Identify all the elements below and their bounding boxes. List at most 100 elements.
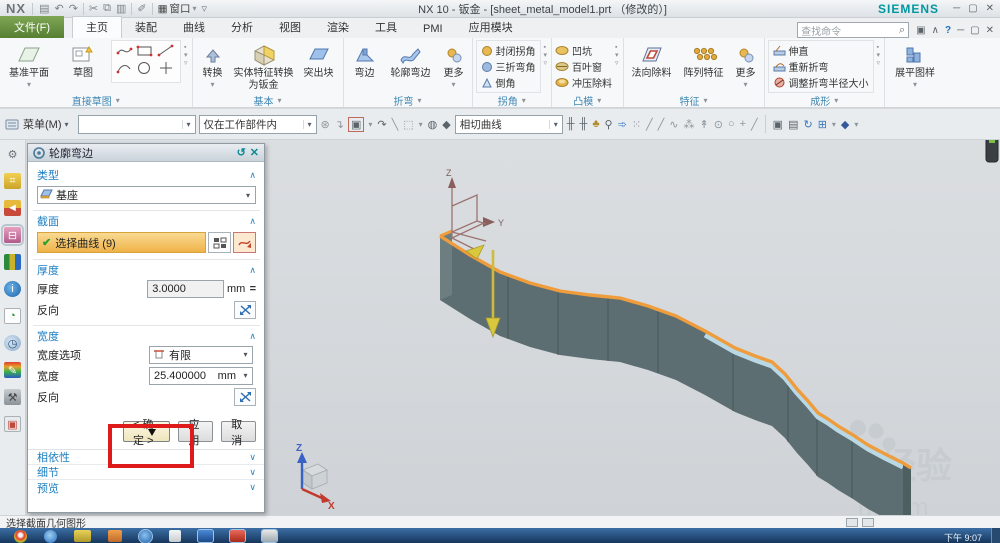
constraint-navigator-icon[interactable]: ◄ bbox=[4, 200, 21, 216]
dialog-title-bar[interactable]: 轮廓弯边 ↺ ✕ bbox=[28, 144, 264, 162]
louver-button[interactable]: 百叶窗 bbox=[555, 59, 612, 74]
cancel-button[interactable]: 取消 bbox=[221, 419, 257, 447]
dimple-button[interactable]: 凹坑 bbox=[555, 43, 612, 58]
caret-down-icon[interactable]: ▾ bbox=[418, 120, 424, 129]
stop-at-intersection-icon[interactable]: ╲ bbox=[391, 118, 400, 131]
tab-view[interactable]: 视图 bbox=[266, 17, 314, 38]
caret-down-icon[interactable]: ▾ bbox=[367, 120, 373, 129]
pattern-feature-button[interactable]: 阵列特征 bbox=[679, 40, 729, 80]
bend-more-button[interactable]: 更多 ▾ bbox=[439, 40, 469, 89]
reuse-library-icon[interactable] bbox=[4, 254, 21, 270]
highlight-toggle-icon[interactable]: ⊛ bbox=[320, 118, 331, 131]
rebend-button[interactable]: 重新折弯 bbox=[773, 59, 869, 74]
part-navigator-icon[interactable]: ⊟ bbox=[1, 224, 24, 246]
type-combo[interactable]: 基座 ▾ bbox=[37, 186, 256, 204]
within-feature-icon[interactable]: ╫ bbox=[566, 118, 576, 130]
width-section-header[interactable]: 宽度 ∧ bbox=[37, 329, 256, 344]
chamfer-button[interactable]: 倒角 bbox=[481, 75, 536, 90]
group-label-direct-sketch[interactable]: 直接草图 ▾ bbox=[3, 94, 189, 108]
taskbar-notepad-icon[interactable] bbox=[169, 530, 181, 542]
datum-plane-button[interactable]: 基准平面 ▾ bbox=[3, 40, 55, 89]
tab-curve[interactable]: 曲线 bbox=[170, 17, 218, 38]
minimize-ribbon-icon[interactable]: ∧ bbox=[932, 25, 939, 36]
flat-pattern-button[interactable]: 展平图样 ▾ bbox=[888, 40, 942, 89]
form-overflow[interactable]: ▪ ▾ ▿ bbox=[876, 40, 882, 71]
width-input[interactable]: 25.400000 mm ▾ bbox=[149, 366, 253, 385]
doc-restore-icon[interactable]: ▢ bbox=[970, 25, 979, 36]
group-label-form[interactable]: 成形 ▾ bbox=[768, 94, 882, 108]
show-desktop-button[interactable] bbox=[991, 528, 1000, 543]
top-selection-icon[interactable]: ▣ bbox=[347, 116, 365, 132]
tab-render[interactable]: 渲染 bbox=[314, 17, 362, 38]
taskbar-app-orange-icon[interactable] bbox=[108, 530, 122, 542]
sheet-metal-part[interactable] bbox=[439, 229, 912, 515]
status-window-icon[interactable] bbox=[862, 517, 874, 527]
line-snap-icon[interactable]: ╱ bbox=[657, 118, 666, 131]
resize-bend-radius-button[interactable]: 调整折弯半径大小 bbox=[773, 75, 869, 90]
feature-more-button[interactable]: 更多 ▾ bbox=[731, 40, 761, 89]
window-menu[interactable]: ▦ 窗口 ▾ bbox=[158, 1, 197, 16]
group-label-corner[interactable]: 拐角 ▾ bbox=[476, 94, 549, 108]
datum-csys[interactable] bbox=[448, 177, 495, 252]
three-bend-corner-button[interactable]: 三折弯角 bbox=[481, 59, 536, 74]
group-label-feature[interactable]: 特征 ▾ bbox=[627, 94, 761, 108]
tab-application[interactable]: 应用模块 bbox=[456, 17, 526, 38]
general-object-icon[interactable]: ◍ bbox=[427, 118, 439, 131]
solid-body-icon[interactable]: ◆ bbox=[441, 118, 451, 131]
curve-intent-icon[interactable]: ↷ bbox=[376, 118, 387, 131]
tab-analysis[interactable]: 分析 bbox=[218, 17, 266, 38]
cut-icon[interactable]: ✂ bbox=[89, 2, 98, 15]
snap-toggle-icon[interactable]: ↴ bbox=[334, 118, 345, 131]
group-label-basic[interactable]: 基本 ▾ bbox=[196, 94, 340, 108]
tab-home[interactable]: 主页 bbox=[72, 16, 123, 38]
taskbar-app-gray-icon[interactable] bbox=[261, 529, 278, 543]
curve-rule-combo[interactable]: 相切曲线 ▾ bbox=[454, 114, 563, 134]
endpoint-icon[interactable]: ╱ bbox=[645, 118, 654, 131]
normal-cutout-button[interactable]: 法向除料 bbox=[627, 40, 677, 80]
follow-fillet-icon[interactable]: ♣ bbox=[591, 118, 600, 130]
doc-minimize-icon[interactable]: ─ bbox=[957, 25, 964, 36]
tab-assembly[interactable]: 装配 bbox=[122, 17, 170, 38]
dialog-reset-button[interactable]: ↺ bbox=[237, 146, 246, 159]
enable-snap-icon[interactable]: ➾ bbox=[617, 118, 628, 131]
type-section-header[interactable]: 类型 ∧ bbox=[37, 168, 256, 183]
dialog-close-button[interactable]: ✕ bbox=[250, 146, 259, 159]
contour-flange-button[interactable]: 轮廓弯边 bbox=[385, 40, 437, 80]
process-studio-icon[interactable]: ⚒ bbox=[4, 389, 21, 405]
toolbar-overflow-icon[interactable]: ▿ bbox=[202, 2, 208, 15]
corner-overflow[interactable]: ▪ ▾ ▿ bbox=[543, 40, 549, 71]
closed-corner-button[interactable]: 封闭拐角 bbox=[481, 43, 536, 58]
flange-button[interactable]: 弯边 bbox=[347, 40, 383, 80]
tab-tools[interactable]: 工具 bbox=[362, 17, 410, 38]
convert-button[interactable]: 转换 ▾ bbox=[196, 40, 230, 89]
doc-close-icon[interactable]: ✕ bbox=[986, 25, 994, 36]
taskbar-app-red-icon[interactable] bbox=[229, 529, 246, 543]
tab-pmi[interactable]: PMI bbox=[410, 21, 456, 38]
unbend-button[interactable]: 伸直 bbox=[773, 43, 869, 58]
taskbar-ie-icon[interactable] bbox=[44, 530, 57, 543]
tab-feature-button[interactable]: 突出块 bbox=[298, 40, 340, 80]
refresh-icon[interactable]: ↻ bbox=[802, 118, 813, 131]
fit-view-icon[interactable]: ⊞ bbox=[817, 118, 828, 131]
save-icon[interactable]: ▤ bbox=[39, 2, 49, 15]
taskbar-app-blue-icon[interactable] bbox=[197, 529, 214, 543]
roles-gear-icon[interactable]: ⚙ bbox=[4, 146, 21, 162]
internet-explorer-icon[interactable]: i bbox=[4, 281, 21, 297]
redo-icon[interactable]: ↷ bbox=[69, 2, 78, 15]
tab-file[interactable]: 文件(F) bbox=[0, 16, 65, 38]
preview-section-header[interactable]: 预览 ∨ bbox=[28, 480, 264, 495]
show-shortcuts-icon[interactable]: ▣ bbox=[772, 118, 784, 131]
caret-down-icon[interactable]: ▾ bbox=[831, 120, 837, 129]
undo-icon[interactable]: ↶ bbox=[54, 2, 63, 15]
web-page-icon[interactable]: ◔ bbox=[4, 308, 21, 324]
system-materials-icon[interactable]: ✎ bbox=[4, 362, 21, 378]
selection-scope-combo[interactable]: 仅在工作部件内 ▾ bbox=[198, 114, 317, 134]
paste-icon[interactable]: ▥ bbox=[116, 2, 126, 15]
restore-button[interactable]: ▢ bbox=[968, 3, 977, 14]
slash-snap-icon[interactable]: ╱ bbox=[750, 118, 759, 131]
circle-center-icon[interactable]: ⊙ bbox=[713, 118, 724, 131]
taskbar-active-app-icon[interactable] bbox=[138, 529, 153, 543]
punch-overflow[interactable]: ▪ ▾ ▿ bbox=[614, 40, 620, 71]
sketch-button[interactable]: 草图 bbox=[57, 40, 109, 80]
selection-filter-combo[interactable]: ▾ bbox=[77, 114, 196, 134]
